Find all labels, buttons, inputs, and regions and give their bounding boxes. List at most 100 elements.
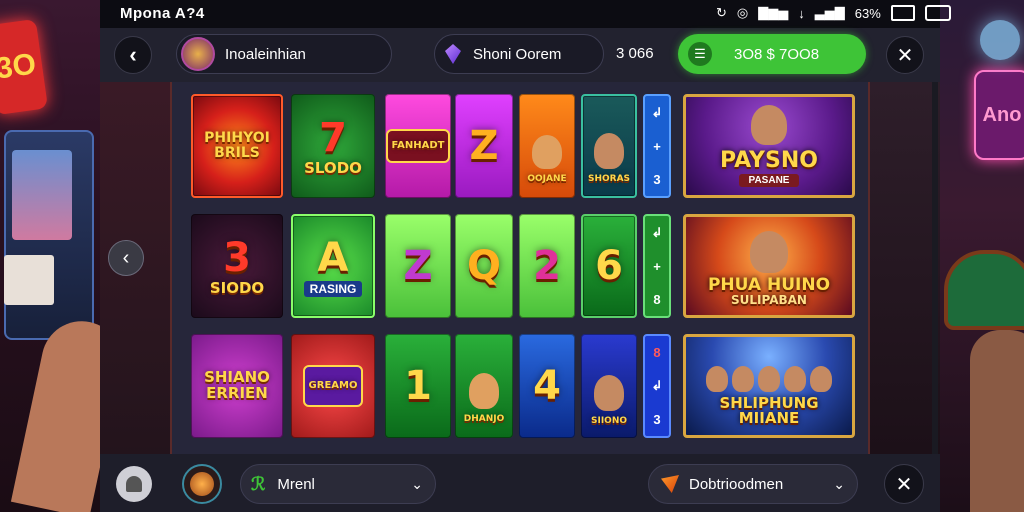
back-button[interactable]: ‹ xyxy=(114,36,152,74)
casino-table-right xyxy=(944,250,1024,330)
game-tile-label: FANHADT xyxy=(386,128,450,164)
chevron-left-icon: ‹ xyxy=(122,246,130,269)
profile-name: Inoaleinhian xyxy=(225,45,306,63)
game-tile-label: SLODO xyxy=(304,159,362,178)
game-tile-label: PHIHYOI BRILS xyxy=(204,130,270,161)
close-icon: ✕ xyxy=(896,44,914,67)
game-tile-digit: Z xyxy=(403,243,433,289)
strip-icon: ↲ xyxy=(651,105,663,120)
chevron-left-icon: ‹ xyxy=(129,42,137,67)
game-tile-label: SHORAS xyxy=(587,173,631,184)
promo-banner-1[interactable]: PAYSNO PASANE xyxy=(683,94,855,198)
promo-title: PAYSNO xyxy=(720,147,818,173)
profile-avatar xyxy=(181,37,215,71)
game-tile-r1-3[interactable]: FANHADT xyxy=(385,94,451,198)
menu-label: Mrenl xyxy=(277,475,315,493)
character-portrait xyxy=(732,365,754,392)
signal-icon: ▃▅▇ xyxy=(814,5,845,20)
category-dropdown[interactable]: Dobtrioodmen ⌄ xyxy=(648,464,858,504)
game-tile-r3-3[interactable]: 1 xyxy=(385,334,451,438)
game-tile-digit: Q xyxy=(466,243,501,289)
game-tile-digit: Z xyxy=(469,123,499,169)
strip-icon: + xyxy=(653,259,661,274)
game-tile-digit: A xyxy=(317,235,349,281)
close-button[interactable]: ✕ xyxy=(886,36,924,74)
promo-title: PHUA HUINO xyxy=(707,274,831,295)
right-side-panel xyxy=(868,82,940,454)
promo-title: SHLIPHUNG MIIANE xyxy=(719,393,819,428)
menu-dropdown[interactable]: ℛ Mrenl ⌄ xyxy=(240,464,436,504)
game-tile-digit: 6 xyxy=(595,243,623,289)
game-tile-label: RASING xyxy=(303,281,363,297)
top-bar: ‹ Inoaleinhian Shoni Oorem 3 066 ☰ 3O8 $… xyxy=(100,28,940,82)
game-tile-digit: 1 xyxy=(404,363,432,409)
balance-value: 3 066 xyxy=(616,45,654,62)
game-tile-label: SIIONO xyxy=(590,415,627,426)
game-avatar-button[interactable] xyxy=(182,464,222,504)
user-icon xyxy=(126,476,142,492)
character-portrait xyxy=(532,134,562,169)
strip-icon: 8 xyxy=(653,345,661,360)
game-tile-r2-6[interactable]: 6 xyxy=(581,214,637,318)
character-portrait xyxy=(751,104,787,145)
home-button[interactable] xyxy=(116,466,152,502)
game-tile-r2-2[interactable]: A RASING xyxy=(291,214,375,318)
strip-icon: 3 xyxy=(653,412,661,427)
close-bottom-button[interactable]: ✕ xyxy=(884,464,924,504)
character-portrait xyxy=(706,365,728,392)
promo-banner-3[interactable]: SHLIPHUNG MIIANE xyxy=(683,334,855,438)
game-tile-r1-6[interactable]: SHORAS xyxy=(581,94,637,198)
strip-icon: ↲ xyxy=(651,378,663,393)
game-tile-r3-2[interactable]: GREAMO xyxy=(291,334,375,438)
game-tile-r2-5[interactable]: 2 xyxy=(519,214,575,318)
bottom-bar: ℛ Mrenl ⌄ Dobtrioodmen ⌄ ✕ xyxy=(100,454,940,512)
leaf-icon: ℛ xyxy=(251,473,266,494)
game-tile-r1-4[interactable]: Z xyxy=(455,94,513,198)
avatar xyxy=(190,472,214,496)
game-tile-r2-3[interactable]: Z xyxy=(385,214,451,318)
promo-subtitle: PASANE xyxy=(738,174,800,187)
player-silhouette-right xyxy=(970,330,1024,512)
arrow-icon xyxy=(661,475,679,493)
game-tile-r1-2[interactable]: 7 SLODO xyxy=(291,94,375,198)
game-tile-label: OOJANE xyxy=(527,173,567,184)
scrollbar[interactable] xyxy=(932,82,938,454)
side-strip-r2[interactable]: ↲ + 8 xyxy=(643,214,671,318)
search-label: Shoni Oorem xyxy=(473,45,562,63)
game-tile-r3-4[interactable]: DHANJO xyxy=(455,334,513,438)
game-tile-r1-5[interactable]: OOJANE xyxy=(519,94,575,198)
profile-chip[interactable]: Inoaleinhian xyxy=(176,34,392,74)
character-group xyxy=(706,365,832,392)
game-tile-r1-1[interactable]: PHIHYOI BRILS xyxy=(191,94,283,198)
game-tile-label: DHANJO xyxy=(463,413,505,424)
strip-icon: 8 xyxy=(653,292,661,307)
neon-sign-left: 3O xyxy=(0,18,49,116)
game-tile-r3-5[interactable]: 4 xyxy=(519,334,575,438)
deposit-button[interactable]: ☰ 3O8 $ 7OO8 xyxy=(678,34,866,74)
game-tile-label: SIODO xyxy=(209,279,265,298)
background-casino-right: Ano xyxy=(940,0,1024,512)
character-portrait xyxy=(594,374,624,411)
character-portrait xyxy=(594,132,624,169)
close-icon: ✕ xyxy=(895,473,913,496)
slot-screen-left xyxy=(12,150,72,240)
side-strip-r1[interactable]: ↲ + 3 xyxy=(643,94,671,198)
cash-icon: ☰ xyxy=(688,42,712,66)
promo-banner-2[interactable]: PHUA HUINO SULIPABAN xyxy=(683,214,855,318)
download-icon: ↓ xyxy=(798,5,805,21)
neon-light-right xyxy=(980,20,1020,60)
neon-sign-right: Ano xyxy=(974,70,1024,160)
game-tile-r3-6[interactable]: SIIONO xyxy=(581,334,637,438)
status-icons: ↻ ◎ ▇▆▅ ↓ ▃▅▇ 63% xyxy=(716,5,951,21)
carousel-prev-button[interactable]: ‹ xyxy=(108,240,144,276)
slot-reels-left xyxy=(4,255,54,305)
game-tile-digit: 4 xyxy=(533,363,561,409)
side-strip-r3[interactable]: 8 ↲ 3 xyxy=(643,334,671,438)
search-chip[interactable]: Shoni Oorem xyxy=(434,34,604,74)
game-tile-r2-4[interactable]: Q xyxy=(455,214,513,318)
game-tile-r2-1[interactable]: 3 SIODO xyxy=(191,214,283,318)
chevron-down-icon: ⌄ xyxy=(833,475,845,492)
gem-icon xyxy=(445,44,461,64)
chevron-down-icon: ⌄ xyxy=(411,475,423,492)
game-tile-r3-1[interactable]: SHIANO ERRIEN xyxy=(191,334,283,438)
